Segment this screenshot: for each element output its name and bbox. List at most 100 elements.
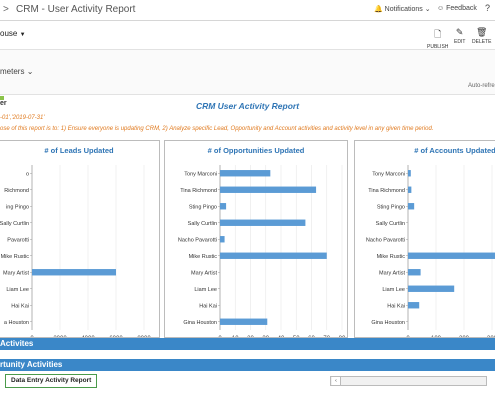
category-label: Hai Kai xyxy=(387,303,405,309)
category-label: Tony Marconi xyxy=(372,171,405,177)
category-label: Liam Lee xyxy=(382,287,405,293)
bar[interactable] xyxy=(408,186,412,193)
category-label: Gina Houston xyxy=(183,320,217,326)
accounts-chart-panel: # of Accounts Updated 0 100 200 300 Tony Marc… xyxy=(354,140,495,338)
category-label: Mary Artist xyxy=(379,270,405,276)
category-label: Richmond xyxy=(4,188,29,194)
category-label: Mary Artist xyxy=(191,270,217,276)
delete-button[interactable]: 🗑 DELETE xyxy=(472,27,491,45)
opportunities-chart-panel: # of Opportunities Updated 0 10 20 30 40 50 60 7… xyxy=(164,140,348,338)
x-tick-label: 70 xyxy=(323,336,330,337)
date-range: -01','2019-07-31' xyxy=(0,115,45,121)
scroll-left-arrow-icon[interactable]: ‹ xyxy=(332,377,341,385)
bar[interactable] xyxy=(408,302,420,309)
edit-button[interactable]: ✎ EDIT xyxy=(454,27,465,45)
bar[interactable] xyxy=(220,252,327,259)
notifications-menu[interactable]: 🔔 Notifications ⌄ xyxy=(374,5,431,13)
category-label: Sally Curtlin xyxy=(376,221,405,227)
bar[interactable] xyxy=(32,269,116,276)
chevron-down-icon: ⌄ xyxy=(26,67,34,76)
x-tick-label: 0 xyxy=(406,336,410,337)
report-title: CRM User Activity Report xyxy=(195,101,300,111)
x-tick-label: 60 xyxy=(308,336,315,337)
breadcrumb-chevron-icon[interactable]: > xyxy=(3,4,9,15)
category-label: Tina Richmond xyxy=(368,188,405,194)
edit-label: EDIT xyxy=(454,39,466,45)
bar[interactable] xyxy=(408,203,415,210)
logo-mark xyxy=(0,96,4,100)
category-label: Gina Houston xyxy=(371,320,405,326)
bar[interactable] xyxy=(220,186,317,193)
bar[interactable] xyxy=(220,203,227,210)
category-label: Sally Curtlin xyxy=(0,221,29,227)
category-label: ing Pingo xyxy=(6,204,29,210)
report-toolbar: ouse ▼ xyxy=(0,21,495,50)
feedback-link[interactable]: ☺ Feedback xyxy=(437,5,477,12)
category-label: Hai Kai xyxy=(199,303,217,309)
tab-data-entry-activity-report[interactable]: Data Entry Activity Report xyxy=(5,374,98,388)
category-label: Sally Curtlin xyxy=(188,221,217,227)
leads-chart-panel: # of Leads Updated 0 2000 4000 6000 8000 o Rich… xyxy=(0,140,160,338)
bar[interactable] xyxy=(220,219,306,226)
bar[interactable] xyxy=(220,236,225,243)
chart-title: # of Leads Updated xyxy=(44,146,114,155)
x-tick-label: 0 xyxy=(218,336,222,337)
parameters-toggle[interactable]: meters ⌄ xyxy=(0,67,33,76)
help-icon[interactable]: ? xyxy=(485,3,490,13)
category-label: Mike Rustic xyxy=(377,254,406,260)
category-label: Nacho Pavarotti xyxy=(366,237,405,243)
notifications-label: Notifications xyxy=(384,6,423,13)
x-tick-label: 8000 xyxy=(137,336,151,337)
x-tick-label: 6000 xyxy=(109,336,123,337)
category-label: Sting Pingo xyxy=(189,204,217,210)
category-label: o xyxy=(26,171,29,177)
delete-label: DELETE xyxy=(472,39,492,45)
category-label: a Houston xyxy=(4,320,29,326)
category-label: Tina Richmond xyxy=(180,188,217,194)
parameters-bar: meters ⌄ Auto-refre xyxy=(0,50,495,95)
opportunity-activities-section[interactable]: rtunity Activities xyxy=(0,359,495,371)
account-activities-section[interactable]: Activites xyxy=(0,338,495,350)
auto-refresh-label[interactable]: Auto-refre xyxy=(468,83,495,89)
trash-icon: 🗑 xyxy=(476,27,488,37)
bar[interactable] xyxy=(408,269,421,276)
category-label: Sting Pingo xyxy=(377,204,405,210)
bar[interactable] xyxy=(408,252,495,259)
x-tick-label: 20 xyxy=(247,336,254,337)
opportunities-chart: # of Opportunities Updated 0 10 20 30 40 50 60 7… xyxy=(178,146,346,337)
x-tick-label: 4000 xyxy=(81,336,95,337)
x-tick-label: 10 xyxy=(232,336,239,337)
x-tick-label: 80 xyxy=(339,336,346,337)
category-label: Hai Kai xyxy=(11,303,29,309)
category-label: Pavarotti xyxy=(7,237,29,243)
category-label: Liam Lee xyxy=(194,287,217,293)
parameters-label: meters xyxy=(0,67,25,76)
horizontal-scrollbar[interactable]: ‹ xyxy=(330,376,487,386)
section-title: Activites xyxy=(0,339,34,348)
chevron-down-icon: ⌄ xyxy=(424,6,431,13)
category-label: Liam Lee xyxy=(6,287,29,293)
bar[interactable] xyxy=(408,285,455,292)
bell-icon: 🔔 xyxy=(374,6,383,13)
bar[interactable] xyxy=(408,170,411,177)
x-tick-label: 100 xyxy=(431,336,442,337)
category-label: Mike Rustic xyxy=(189,254,218,260)
publish-button[interactable]: 🗋 PUBLISH xyxy=(427,27,448,50)
workspace-label: ouse xyxy=(0,29,18,38)
x-tick-label: 200 xyxy=(459,336,470,337)
feedback-label: Feedback xyxy=(446,5,477,12)
smile-icon: ☺ xyxy=(437,5,445,12)
category-label: Nacho Pavarotti xyxy=(178,237,217,243)
category-label: Tony Marconi xyxy=(184,171,217,177)
workspace-selector[interactable]: ouse ▼ xyxy=(0,29,26,38)
x-tick-label: 300 xyxy=(487,336,495,337)
bar[interactable] xyxy=(220,170,271,177)
bar[interactable] xyxy=(220,318,268,325)
report-purpose: ose of this report is to: 1) Ensure ever… xyxy=(0,126,434,132)
x-tick-label: 50 xyxy=(293,336,300,337)
x-tick-label: 2000 xyxy=(53,336,67,337)
dropdown-caret-icon: ▼ xyxy=(19,32,26,38)
x-tick-label: 30 xyxy=(262,336,269,337)
chart-title: # of Opportunities Updated xyxy=(208,146,305,155)
category-label: Mary Artist xyxy=(3,270,29,276)
